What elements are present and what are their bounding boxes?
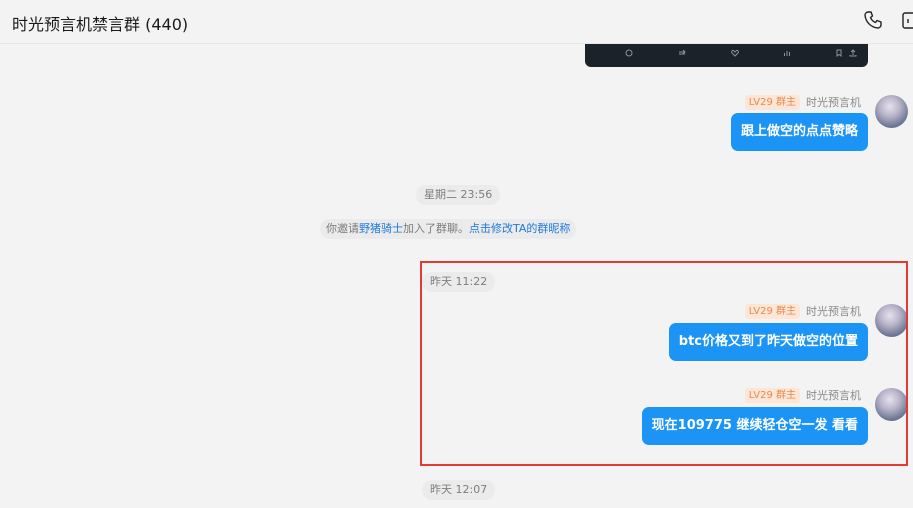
shared-post-card[interactable] — [585, 40, 868, 67]
bookmark-icon — [836, 49, 842, 57]
message-bubble[interactable]: 现在109775 继续轻仓空一发 看看 — [641, 407, 868, 445]
message-bubble[interactable]: 跟上做空的点点赞略 — [730, 113, 868, 151]
like-icon — [731, 49, 739, 57]
sender-name: 时光预言机 — [806, 96, 861, 109]
message-meta: LV29 群主 时光预言机 — [744, 94, 868, 110]
timestamp: 昨天 12:07 — [422, 480, 496, 500]
message-bubble[interactable]: btc价格又到了昨天做空的位置 — [668, 323, 868, 361]
level-badge: LV29 群主 — [744, 303, 800, 319]
share-icon — [849, 49, 857, 57]
avatar[interactable] — [875, 304, 908, 337]
message-meta: LV29 群主 时光预言机 — [744, 303, 868, 319]
edit-nickname-link[interactable]: 点击修改TA的群昵称 — [469, 222, 570, 235]
chat-title: 时光预言机禁言群 (440) — [12, 15, 189, 34]
sender-name: 时光预言机 — [806, 305, 861, 318]
invited-user-link[interactable]: 野猪骑士 — [359, 222, 403, 235]
phone-icon[interactable] — [863, 10, 883, 30]
timestamp: 昨天 11:22 — [422, 272, 496, 292]
panel-icon[interactable] — [901, 10, 913, 30]
avatar[interactable] — [875, 95, 908, 128]
notice-prefix: 你邀请 — [326, 222, 359, 235]
comment-icon — [625, 49, 633, 57]
timestamp: 星期二 23:56 — [416, 185, 501, 205]
avatar[interactable] — [875, 388, 908, 421]
message-meta: LV29 群主 时光预言机 — [744, 387, 868, 403]
repost-icon — [679, 49, 686, 55]
notice-middle: 加入了群聊。 — [403, 222, 469, 235]
level-badge: LV29 群主 — [744, 387, 800, 403]
chat-header: 时光预言机禁言群 (440) — [0, 0, 913, 44]
level-badge: LV29 群主 — [744, 94, 800, 110]
system-notice: 你邀请野猪骑士加入了群聊。点击修改TA的群昵称 — [320, 219, 577, 239]
stats-icon — [784, 51, 790, 56]
sender-name: 时光预言机 — [806, 389, 861, 402]
